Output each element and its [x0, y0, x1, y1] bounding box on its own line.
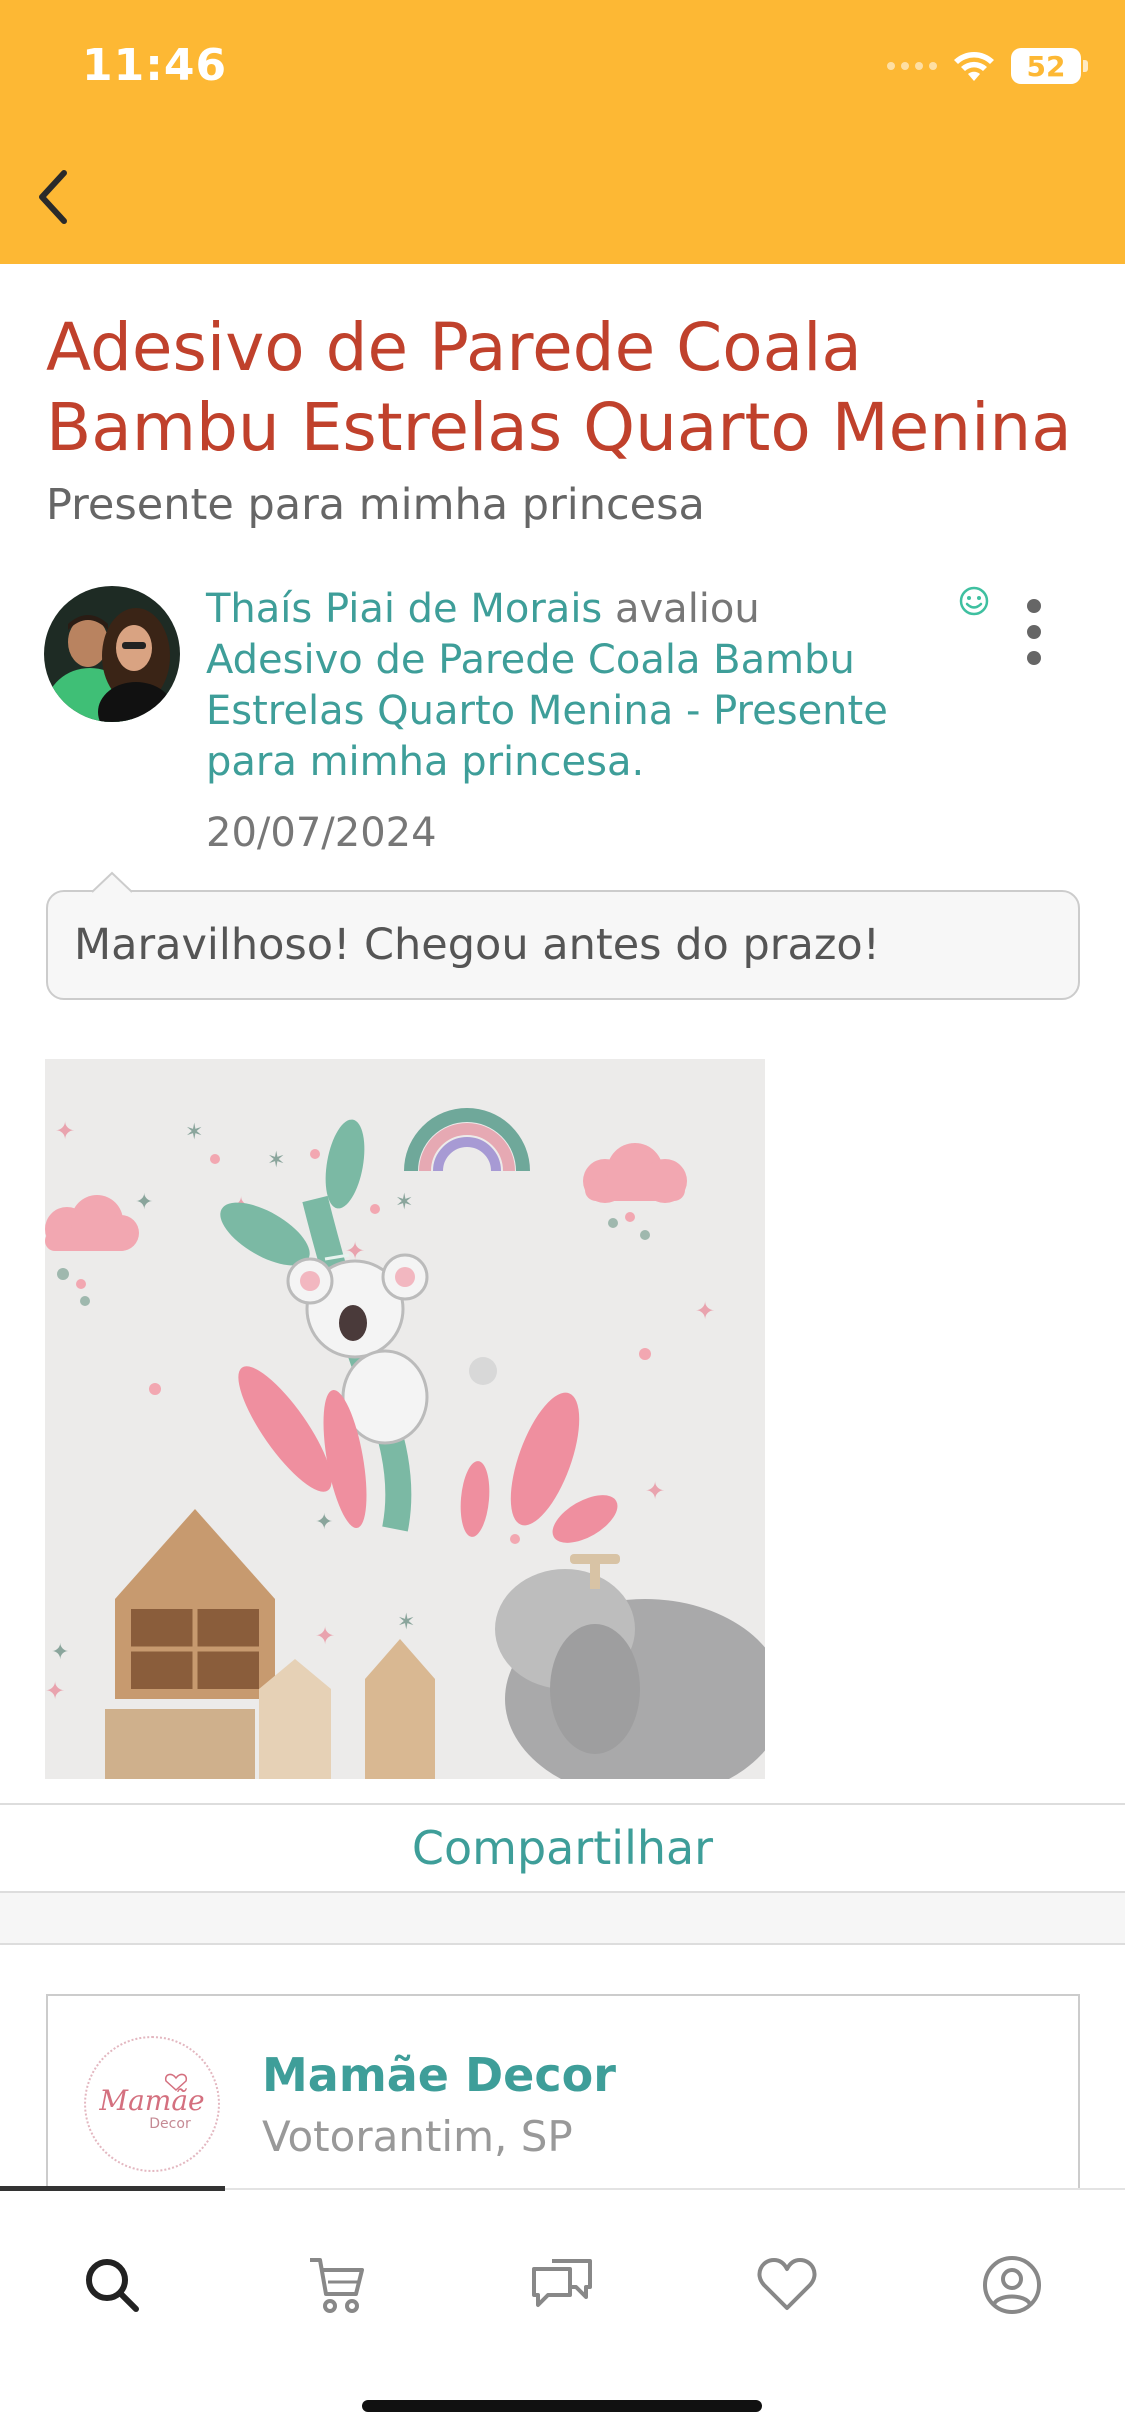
tab-messages[interactable] — [527, 2250, 597, 2320]
reviewer-name-link[interactable]: Thaís Piai de Morais — [206, 586, 602, 632]
back-button[interactable] — [22, 162, 82, 232]
svg-text:✦: ✦ — [55, 1117, 75, 1145]
review-title: Presente para mimha princesa — [46, 480, 705, 530]
battery-level: 52 — [1026, 49, 1066, 83]
svg-text:Mamãe: Mamãe — [98, 2084, 204, 2117]
svg-text:✦: ✦ — [645, 1477, 665, 1505]
svg-text:✶: ✶ — [397, 1610, 415, 1635]
status-time: 11:46 — [82, 40, 228, 91]
review-period: . — [631, 739, 645, 785]
comment-text: Maravilhoso! Chegou antes do prazo! — [74, 920, 880, 970]
tab-bar — [0, 2186, 1125, 2436]
more-options-icon[interactable] — [1020, 596, 1048, 668]
avatar[interactable] — [44, 586, 180, 722]
reviewed-item-link[interactable]: Adesivo de Parede Coala Bambu Estrelas Q… — [206, 637, 888, 785]
svg-text:✦: ✦ — [51, 1640, 69, 1665]
share-label: Compartilhar — [411, 1821, 714, 1875]
bubble-tail — [92, 871, 132, 893]
tab-favorites[interactable] — [752, 2250, 822, 2320]
chevron-left-icon — [39, 170, 67, 224]
cellular-signal-icon — [887, 62, 937, 70]
review-date: 20/07/2024 — [206, 810, 437, 856]
tab-profile[interactable] — [977, 2250, 1047, 2320]
search-icon — [86, 2259, 139, 2312]
review-action: avaliou — [602, 586, 760, 632]
store-name[interactable]: Mamãe Decor — [262, 2048, 616, 2102]
svg-text:✦: ✦ — [315, 1510, 333, 1535]
svg-text:✶: ✶ — [185, 1120, 203, 1145]
svg-text:✦: ✦ — [695, 1297, 715, 1325]
svg-text:✶: ✶ — [395, 1190, 413, 1215]
tab-search[interactable] — [77, 2250, 147, 2320]
svg-text:✦: ✦ — [45, 1677, 65, 1705]
tab-cart[interactable] — [302, 2250, 372, 2320]
svg-text:✶: ✶ — [267, 1148, 285, 1173]
cart-icon — [310, 2258, 364, 2313]
share-button[interactable]: Compartilhar — [0, 1803, 1125, 1893]
smile-icon — [959, 586, 989, 616]
wifi-icon — [954, 52, 994, 81]
status-icons: 52 — [887, 46, 1088, 86]
store-logo: Mamãe Decor — [84, 2036, 220, 2172]
svg-text:✦: ✦ — [315, 1622, 335, 1650]
svg-text:Decor: Decor — [149, 2116, 191, 2132]
store-card[interactable]: Mamãe Decor Mamãe Decor Votorantim, SP — [46, 1994, 1080, 2214]
comment-bubble: Maravilhoso! Chegou antes do prazo! — [46, 890, 1080, 1000]
store-location: Votorantim, SP — [262, 2112, 573, 2161]
active-tab-indicator — [0, 2186, 225, 2191]
battery-icon: 52 — [1011, 48, 1088, 84]
product-title[interactable]: Adesivo de Parede Coala Bambu Estrelas Q… — [46, 308, 1086, 468]
heart-icon — [757, 2258, 817, 2310]
svg-text:✦: ✦ — [135, 1190, 153, 1215]
review-photo[interactable]: ✶✶✦✶ ✦✦✶✶ ✦✦✦✦✦✦✦ — [45, 1059, 765, 1779]
chat-icon — [532, 2259, 592, 2307]
section-divider — [0, 1893, 1125, 1945]
home-indicator — [362, 2400, 762, 2412]
review-summary: Thaís Piai de Morais avaliou Adesivo de … — [206, 584, 926, 788]
app-header: 11:46 52 — [0, 0, 1125, 264]
profile-icon — [983, 2256, 1041, 2314]
